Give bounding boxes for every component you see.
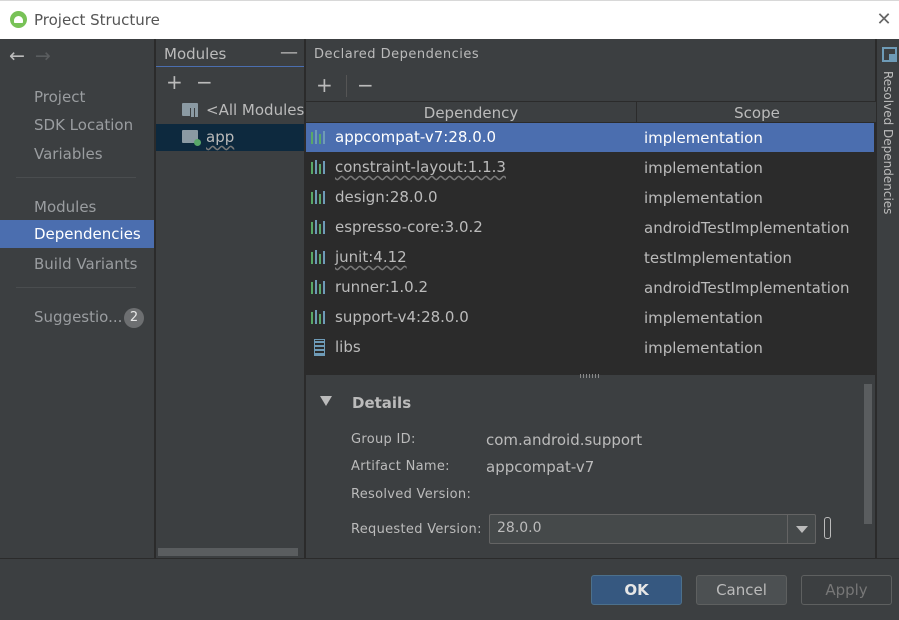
group-id-label: Group ID:: [351, 432, 416, 447]
group-id-value: com.android.support: [486, 431, 643, 449]
module-label: app: [206, 128, 235, 146]
nav-item-sdk-location[interactable]: SDK Location: [0, 111, 154, 139]
artifact-name-value: appcompat-v7: [486, 458, 595, 476]
dependency-name: appcompat-v7:28.0.0: [335, 128, 497, 146]
table-row[interactable]: runner:1.0.2 androidTestImplementation: [306, 273, 874, 302]
module-folder-icon: [182, 130, 201, 146]
nav-item-project[interactable]: Project: [0, 83, 154, 111]
toolbar-separator: [346, 75, 347, 97]
back-arrow-icon[interactable]: ←: [9, 45, 25, 67]
title-bar: Project Structure ✕: [0, 0, 899, 39]
dependency-name: junit:4.12: [335, 248, 407, 266]
dependency-scope: androidTestImplementation: [644, 219, 850, 237]
dependency-table: appcompat-v7:28.0.0 implementation const…: [306, 123, 876, 375]
table-row[interactable]: constraint-layout:1.1.3 implementation: [306, 153, 874, 182]
version-info-icon[interactable]: [824, 517, 831, 539]
ok-button[interactable]: OK: [591, 575, 682, 605]
splitter-handle[interactable]: [580, 374, 600, 378]
dependency-scope: implementation: [644, 189, 763, 207]
cancel-button[interactable]: Cancel: [696, 575, 787, 605]
dependency-scope: implementation: [644, 129, 763, 147]
table-row[interactable]: design:28.0.0 implementation: [306, 183, 874, 212]
dependency-name: espresso-core:3.0.2: [335, 218, 483, 236]
artifact-name-label: Artifact Name:: [351, 459, 450, 474]
jar-library-icon: [314, 339, 325, 356]
nav-item-variables[interactable]: Variables: [0, 140, 154, 168]
collapse-icon[interactable]: —: [280, 42, 298, 63]
dependency-scope: androidTestImplementation: [644, 279, 850, 297]
horizontal-scrollbar[interactable]: [158, 548, 298, 556]
nav-item-modules[interactable]: Modules: [0, 193, 154, 221]
column-header-dependency[interactable]: Dependency: [306, 102, 637, 123]
library-icon: [311, 130, 327, 144]
dependencies-toolbar: + −: [306, 69, 876, 101]
dependency-scope: implementation: [644, 309, 763, 327]
library-icon: [311, 250, 327, 264]
module-label: <All Modules>: [206, 101, 317, 119]
nav-item-suggestions-label: Suggestio...: [34, 308, 123, 326]
collapse-triangle-icon[interactable]: [320, 396, 332, 406]
remove-module-icon[interactable]: −: [196, 70, 213, 94]
resolved-dependencies-tab[interactable]: Resolved Dependencies: [876, 39, 899, 558]
dependencies-panel: Declared Dependencies + − Dependency Sco…: [305, 39, 876, 558]
column-header-scope[interactable]: Scope: [638, 102, 876, 123]
library-icon: [311, 160, 327, 174]
requested-version-value: 28.0.0: [497, 520, 542, 536]
dependency-name: constraint-layout:1.1.3: [335, 158, 506, 176]
remove-dependency-icon[interactable]: −: [357, 73, 374, 97]
table-row[interactable]: libs implementation: [306, 333, 874, 362]
nav-divider: [16, 287, 136, 288]
table-row[interactable]: espresso-core:3.0.2 androidTestImplement…: [306, 213, 874, 242]
module-item-all[interactable]: <All Modules>: [156, 97, 317, 124]
requested-version-dropdown[interactable]: 28.0.0: [489, 514, 816, 544]
nav-item-dependencies[interactable]: Dependencies: [0, 220, 154, 248]
nav-divider: [16, 177, 136, 178]
details-section: Details Group ID: com.android.support Ar…: [306, 382, 876, 558]
resolved-dependencies-icon: [882, 47, 897, 62]
all-modules-icon: [182, 103, 199, 117]
forward-arrow-icon[interactable]: →: [35, 45, 51, 67]
dependency-scope: implementation: [644, 159, 763, 177]
modules-title: Modules: [164, 45, 227, 63]
dependency-name: runner:1.0.2: [335, 278, 429, 296]
modules-header: Modules —: [156, 39, 304, 67]
module-item-app[interactable]: app: [156, 124, 304, 151]
close-icon[interactable]: ✕: [873, 9, 895, 31]
library-icon: [311, 280, 327, 294]
dependency-name: design:28.0.0: [335, 188, 438, 206]
table-row[interactable]: support-v4:28.0.0 implementation: [306, 303, 874, 332]
nav-item-suggestions[interactable]: Suggestio... 2: [0, 303, 154, 331]
android-studio-icon: [10, 11, 27, 28]
dependency-name: support-v4:28.0.0: [335, 308, 469, 326]
table-header: Dependency Scope: [306, 101, 876, 123]
add-dependency-icon[interactable]: +: [316, 73, 333, 97]
dependency-scope: implementation: [644, 339, 763, 357]
chevron-down-icon[interactable]: [787, 515, 815, 543]
declared-dependencies-title: Declared Dependencies: [314, 47, 480, 62]
resolved-dependencies-label: Resolved Dependencies: [881, 71, 895, 215]
library-icon: [311, 310, 327, 324]
modules-panel: Modules — + − <All Modules> app: [155, 39, 317, 558]
dependency-name: libs: [335, 338, 361, 356]
vertical-scrollbar[interactable]: [864, 384, 872, 524]
dialog-footer: OK Cancel Apply: [0, 558, 899, 620]
nav-arrows: ← →: [9, 45, 51, 67]
table-row[interactable]: appcompat-v7:28.0.0 implementation: [306, 123, 874, 152]
apply-button[interactable]: Apply: [801, 575, 892, 605]
modules-toolbar: + −: [156, 67, 304, 97]
suggestions-count-badge: 2: [124, 308, 144, 328]
nav-item-build-variants[interactable]: Build Variants: [0, 250, 154, 278]
table-row[interactable]: junit:4.12 testImplementation: [306, 243, 874, 272]
requested-version-label: Requested Version:: [351, 522, 482, 537]
window-title: Project Structure: [34, 11, 160, 29]
library-icon: [311, 190, 327, 204]
left-nav: ← → Project SDK Location Variables Module…: [0, 39, 154, 558]
library-icon: [311, 220, 327, 234]
add-module-icon[interactable]: +: [166, 70, 183, 94]
dependency-scope: testImplementation: [644, 249, 792, 267]
resolved-version-label: Resolved Version:: [351, 487, 472, 502]
details-title: Details: [352, 394, 412, 412]
